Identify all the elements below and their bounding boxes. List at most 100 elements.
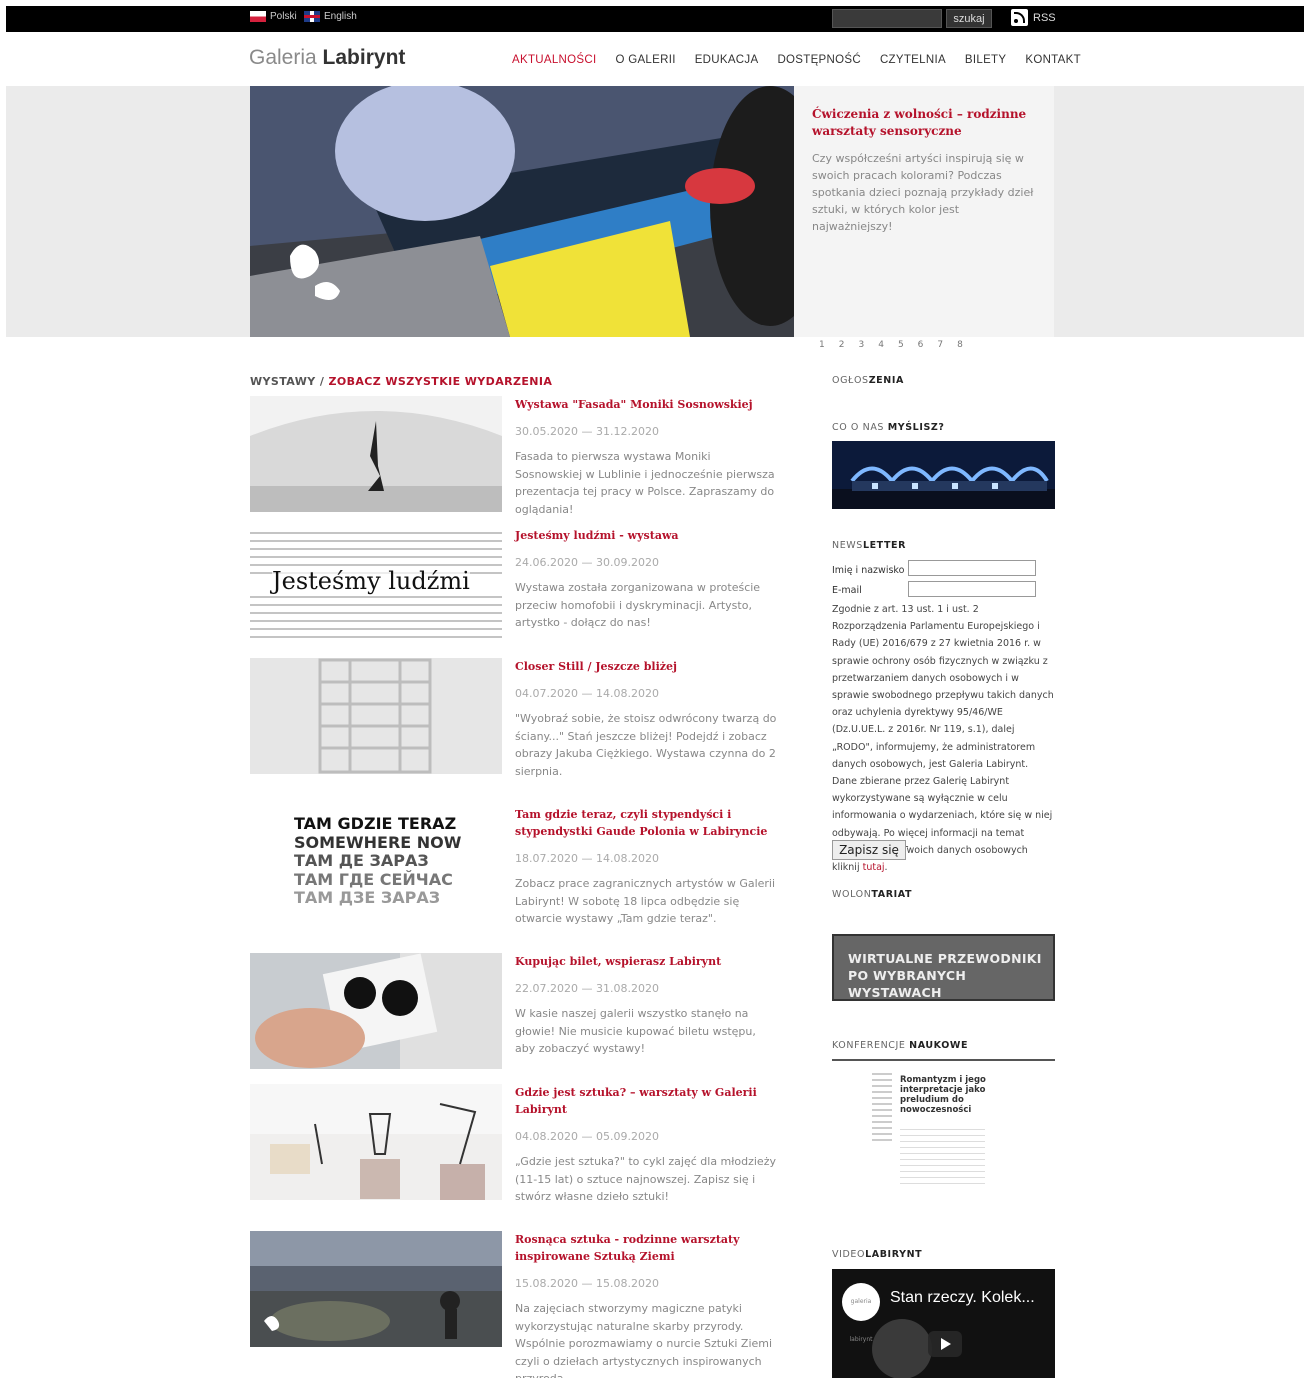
hero-pager: 1 2 3 4 5 6 7 8 <box>819 340 963 350</box>
pager-item[interactable]: 6 <box>918 340 924 350</box>
thumb-line: TAM GDZIE TERAZ <box>294 814 457 833</box>
event-thumbnail[interactable]: Jesteśmy ludźmi <box>250 527 502 643</box>
thumb-line: ТАМ ДЕ ЗАРАЗ <box>294 851 429 870</box>
event-image <box>250 1231 502 1347</box>
nav-item-czytelnia[interactable]: CZYTELNIA <box>880 54 946 66</box>
event-image <box>250 396 502 512</box>
top-bar: Polski English szukaj RSS <box>6 6 1304 32</box>
exhibitions-column: WYSTAWY / ZOBACZ WSZYSTKIE WYDARZENIA Wy… <box>250 375 790 1378</box>
pager-item[interactable]: 1 <box>819 340 825 350</box>
event-thumbnail[interactable] <box>250 1084 502 1200</box>
event-title[interactable]: Kupując bilet, wspierasz Labirynt <box>515 953 777 970</box>
email-label: E-mail <box>832 585 862 596</box>
heading-part-bold: NAUKOWE <box>909 1040 969 1051</box>
pager-item[interactable]: 7 <box>937 340 943 350</box>
event-date: 30.05.2020 — 31.12.2020 <box>515 425 659 438</box>
pager-item[interactable]: 5 <box>898 340 904 350</box>
nav-item-o-galerii[interactable]: O GALERII <box>615 54 675 66</box>
lang-english-link[interactable]: English <box>304 11 357 22</box>
main-nav: AKTUALNOŚCI O GALERII EDUKACJA DOSTĘPNOŚ… <box>512 54 1100 66</box>
search-input[interactable] <box>832 9 942 28</box>
thumb-line: ТАМ ДЗЕ ЗАРАЗ <box>294 888 441 907</box>
rss-link[interactable]: RSS <box>1011 9 1056 26</box>
event-description: Fasada to pierwsza wystawa Moniki Sosnow… <box>515 450 775 516</box>
heading-part: NEWS <box>832 540 863 551</box>
site-logo[interactable]: Galeria Labirynt <box>249 46 405 70</box>
feedback-heading: CO O NAS MYŚLISZ? <box>832 422 945 433</box>
event-description: Na zajęciach stworzymy magiczne patyki w… <box>515 1302 773 1378</box>
event-thumb-text: Jesteśmy ludźmi <box>272 567 470 595</box>
polish-flag-icon <box>250 11 266 22</box>
videolabirynt-heading: VIDEOLABIRYNT <box>832 1249 922 1260</box>
rodo-link[interactable]: tutaj <box>863 862 885 873</box>
event-description: W kasie naszej galerii wszystko stanęło … <box>515 1007 756 1055</box>
section-prefix: WYSTAWY / <box>250 375 325 388</box>
play-button[interactable] <box>928 1331 962 1357</box>
nav-item-kontakt[interactable]: KONTAKT <box>1025 54 1081 66</box>
thumb-line: ТАМ ГДЕ СЕЙЧАС <box>294 869 453 889</box>
pager-item[interactable]: 3 <box>858 340 864 350</box>
poster-sidebar-lines <box>872 1073 892 1143</box>
hero-image[interactable] <box>250 86 794 337</box>
video-embed[interactable]: galeria labirynt Stan rzeczy. Kolek... <box>832 1269 1055 1378</box>
channel-avatar[interactable]: galeria labirynt <box>842 1283 880 1343</box>
event-thumbnail[interactable] <box>250 396 502 512</box>
pager-item[interactable]: 4 <box>878 340 884 350</box>
event-title[interactable]: Closer Still / Jeszcze bliżej <box>515 658 777 675</box>
hero-text: Czy współcześni artyści inspirują się w … <box>812 152 1034 233</box>
search-button[interactable]: szukaj <box>946 9 992 28</box>
event-date: 22.07.2020 — 31.08.2020 <box>515 982 659 995</box>
newsletter-heading: NEWSLETTER <box>832 540 906 551</box>
announcements-heading[interactable]: OGŁOSZENIA <box>832 375 904 386</box>
nav-item-dostepnosc[interactable]: DOSTĘPNOŚĆ <box>777 54 861 66</box>
lang-polish-link[interactable]: Polski <box>250 11 297 22</box>
nav-item-aktualnosci[interactable]: AKTUALNOŚCI <box>512 54 596 66</box>
see-all-events-link[interactable]: ZOBACZ WSZYSTKIE WYDARZENIA <box>328 375 552 388</box>
event-date: 04.08.2020 — 05.09.2020 <box>515 1130 659 1143</box>
presenter-image <box>872 1319 932 1378</box>
event-title[interactable]: Tam gdzie teraz, czyli stypendyści i sty… <box>515 806 777 840</box>
feedback-banner[interactable] <box>832 441 1055 509</box>
conference-title: Romantyzm i jego interpretacje jako prel… <box>900 1075 986 1115</box>
thumb-line: SOMEWHERE NOW <box>294 832 462 852</box>
virtual-guides-banner[interactable]: WIRTUALNE PRZEWODNIKI PO WYBRANYCH WYSTA… <box>832 934 1055 1001</box>
heading-part: VIDEO <box>832 1249 866 1260</box>
guides-line1: WIRTUALNE PRZEWODNIKI <box>848 951 1042 966</box>
event-title[interactable]: Gdzie jest sztuka? – warsztaty w Galerii… <box>515 1084 777 1118</box>
conferences-heading: KONFERENCJE NAUKOWE <box>832 1040 968 1051</box>
event-image <box>250 1084 502 1200</box>
event-image <box>250 953 502 1069</box>
event-description: „Gdzie jest sztuka?" to cykl zajęć dla m… <box>515 1155 776 1203</box>
event-title[interactable]: Rosnąca sztuka - rodzinne warsztaty insp… <box>515 1231 777 1265</box>
heading-part-bold: LABIRYNT <box>865 1249 923 1260</box>
section-heading: WYSTAWY / ZOBACZ WSZYSTKIE WYDARZENIA <box>250 375 790 388</box>
event-description: "Wyobraź sobie, że stoisz odwrócony twar… <box>515 712 777 778</box>
hero-title[interactable]: Ćwiczenia z wolności – rodzinne warsztat… <box>812 106 1036 140</box>
pager-item[interactable]: 2 <box>839 340 845 350</box>
email-field[interactable] <box>908 581 1036 597</box>
hero-photo <box>250 86 794 337</box>
rodo-notice: Zgodnie z art. 13 ust. 1 i ust. 2 Rozpor… <box>832 601 1055 876</box>
nav-item-bilety[interactable]: BILETY <box>965 54 1006 66</box>
video-title[interactable]: Stan rzeczy. Kolek... <box>890 1289 1035 1307</box>
subscribe-button[interactable]: Zapisz się <box>832 840 906 860</box>
conference-poster[interactable]: Romantyzm i jego interpretacje jako prel… <box>832 1059 1055 1199</box>
hero-caption: Ćwiczenia z wolności – rodzinne warsztat… <box>794 86 1054 337</box>
lang-english-label: English <box>324 11 357 22</box>
nav-item-edukacja[interactable]: EDUKACJA <box>695 54 759 66</box>
event-thumbnail[interactable] <box>250 1231 502 1347</box>
heading-part: WOLON <box>832 889 872 900</box>
guides-line2: PO WYBRANYCH WYSTAWACH <box>848 968 967 1000</box>
name-field[interactable] <box>908 560 1036 576</box>
event-date: 15.08.2020 — 15.08.2020 <box>515 1277 659 1290</box>
volunteering-heading[interactable]: WOLONTARIAT <box>832 889 912 900</box>
event-thumbnail[interactable]: TAM GDZIE TERAZ SOMEWHERE NOW ТАМ ДЕ ЗАР… <box>250 806 502 926</box>
gallery-building-image <box>832 441 1055 509</box>
event-title[interactable]: Wystawa "Fasada" Moniki Sosnowskiej <box>515 396 777 413</box>
event-thumbnail[interactable] <box>250 953 502 1069</box>
pager-item[interactable]: 8 <box>957 340 963 350</box>
event-thumbnail[interactable] <box>250 658 502 774</box>
event-title[interactable]: Jesteśmy ludźmi - wystawa <box>515 527 777 544</box>
event-date: 18.07.2020 — 14.08.2020 <box>515 852 659 865</box>
rodo-text: Zgodnie z art. 13 ust. 1 i ust. 2 Rozpor… <box>832 604 1054 874</box>
